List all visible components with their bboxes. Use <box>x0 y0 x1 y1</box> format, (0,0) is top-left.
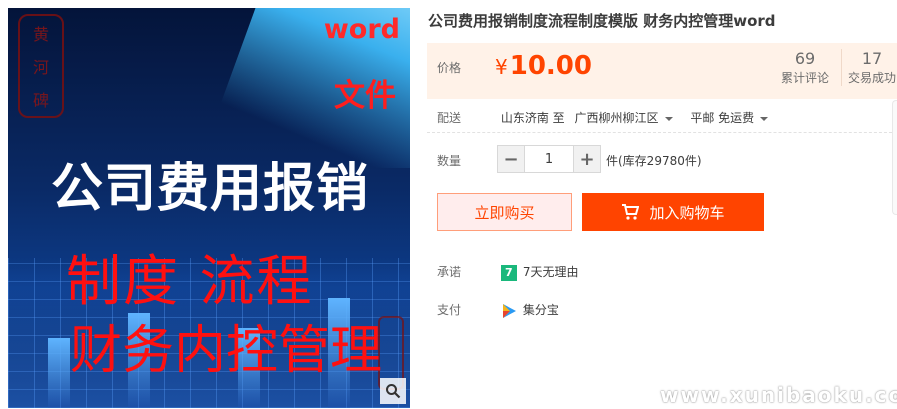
word-badge: word <box>323 14 400 45</box>
quantity-row: 数量 <box>437 152 497 169</box>
delivery-label: 配送 <box>437 111 462 125</box>
quantity-stepper[interactable]: − + <box>497 145 601 173</box>
promise-text: 7天无理由 <box>522 265 579 279</box>
payment-method: 集分宝 <box>522 303 559 317</box>
file-badge: 文件 <box>334 78 396 114</box>
seal-char: 碑 <box>32 91 49 111</box>
price-amount: 10.00 <box>509 51 592 81</box>
product-title: 公司费用报销制度流程制度模版 财务内控管理word <box>428 12 776 30</box>
sales-count: 17 <box>861 49 883 68</box>
sales-stat: 17 交易成功 <box>841 49 897 86</box>
delivery-destination-select[interactable]: 广西柳州柳江区 <box>574 111 673 125</box>
quantity-decrease-button[interactable]: − <box>498 146 524 172</box>
buy-now-button[interactable]: 立即购买 <box>437 193 572 231</box>
chevron-down-icon <box>664 116 673 121</box>
payment-item[interactable]: 集分宝 <box>501 303 559 319</box>
quantity-label: 数量 <box>437 154 462 168</box>
image-main-title: 公司费用报销 <box>50 159 369 219</box>
shipping-method: 平邮 免运费 <box>690 111 755 125</box>
seven-day-icon: 7 <box>500 264 517 281</box>
price-label: 价格 <box>437 61 462 75</box>
payment-label: 支付 <box>437 303 462 317</box>
watermark: www.xunibaoku.com <box>660 383 897 407</box>
image-subtitle-2: 财务内控管理 <box>70 321 383 381</box>
seal-stamp: 黄 河 碑 <box>18 14 64 118</box>
image-subtitle-1: 制度 流程 <box>66 249 314 313</box>
price-value: ¥10.00 <box>495 51 592 81</box>
magnifier-icon[interactable] <box>380 378 406 404</box>
quantity-increase-button[interactable]: + <box>574 146 600 172</box>
currency-symbol: ¥ <box>495 55 508 79</box>
delivery-row: 配送 山东济南 至 广西柳州柳江区 平邮 免运费 <box>437 109 769 126</box>
product-image[interactable]: 黄 河 碑 word 文件 公司费用报销 制度 流程 财务内控管理 <box>8 8 410 408</box>
add-to-cart-label: 加入购物车 <box>649 203 725 222</box>
reviews-count: 69 <box>794 49 816 68</box>
stock-info: 件(库存29780件) <box>606 154 702 168</box>
side-panel-edge <box>892 100 897 215</box>
quantity-input[interactable] <box>524 146 574 172</box>
jifenbao-icon <box>501 303 517 319</box>
promise-label: 承诺 <box>437 265 462 279</box>
chevron-down-icon <box>760 116 769 121</box>
promise-item[interactable]: 7 7天无理由 <box>500 264 579 281</box>
divider <box>427 132 897 133</box>
seal-char: 黄 <box>32 24 49 44</box>
seal-char: 河 <box>32 57 49 77</box>
sales-label: 交易成功 <box>847 71 896 85</box>
reviews-label: 累计评论 <box>780 71 829 85</box>
cart-icon <box>622 204 640 220</box>
add-to-cart-button[interactable]: 加入购物车 <box>582 193 764 231</box>
price-panel: 价格 ¥10.00 69 累计评论 17 交易成功 <box>427 43 897 99</box>
payment-row: 支付 集分宝 <box>437 301 559 319</box>
delivery-from: 山东济南 至 <box>500 111 565 125</box>
delivery-destination: 广西柳州柳江区 <box>574 111 659 125</box>
shipping-select[interactable]: 平邮 免运费 <box>690 111 769 125</box>
promise-row: 承诺 7 7天无理由 <box>437 263 578 281</box>
image-light-bar <box>48 338 70 408</box>
reviews-stat[interactable]: 69 累计评论 <box>775 49 835 86</box>
